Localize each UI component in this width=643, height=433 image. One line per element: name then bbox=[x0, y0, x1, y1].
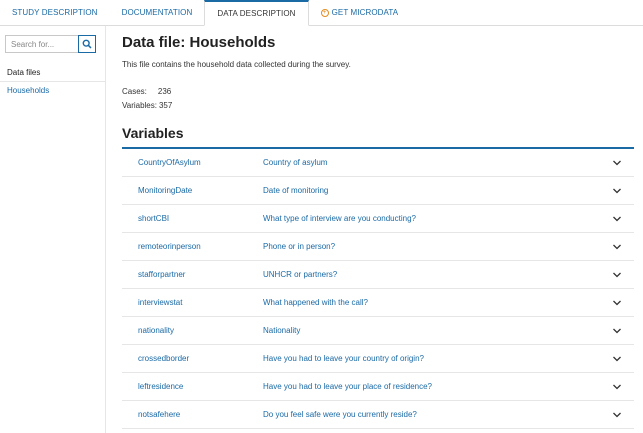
variable-row[interactable]: stafforpartner UNHCR or partners? bbox=[122, 261, 634, 289]
search-box bbox=[5, 35, 96, 53]
search-input[interactable] bbox=[5, 35, 78, 53]
variable-name[interactable]: CountryOfAsylum bbox=[138, 158, 201, 167]
chevron-down-icon[interactable] bbox=[612, 411, 622, 419]
chevron-down-icon[interactable] bbox=[612, 243, 622, 251]
variables-table: CountryOfAsylum Country of asylum Monito… bbox=[122, 147, 634, 429]
chevron-down-icon[interactable] bbox=[612, 187, 622, 195]
chevron-down-icon[interactable] bbox=[612, 215, 622, 223]
variable-name[interactable]: shortCBI bbox=[138, 214, 169, 223]
variable-row[interactable]: crossedborder Have you had to leave your… bbox=[122, 345, 634, 373]
tab-bar: STUDY DESCRIPTION DOCUMENTATION DATA DES… bbox=[0, 0, 643, 26]
variable-row[interactable]: leftresidence Have you had to leave your… bbox=[122, 373, 634, 401]
tab-study-description[interactable]: STUDY DESCRIPTION bbox=[0, 0, 110, 25]
variables-label: Variables: bbox=[122, 101, 157, 110]
search-icon bbox=[82, 39, 92, 49]
variable-label[interactable]: Date of monitoring bbox=[263, 186, 328, 195]
chevron-down-icon[interactable] bbox=[612, 383, 622, 391]
variable-name[interactable]: stafforpartner bbox=[138, 270, 185, 279]
file-description: This file contains the household data co… bbox=[122, 60, 351, 69]
tab-get-microdata[interactable]: + GET MICRODATA bbox=[309, 0, 411, 25]
variable-name[interactable]: nationality bbox=[138, 326, 174, 335]
cases-info: Cases: 236 bbox=[122, 87, 171, 96]
variables-info: Variables: 357 bbox=[122, 101, 172, 110]
variables-heading: Variables bbox=[122, 125, 184, 141]
variable-row[interactable]: nationality Nationality bbox=[122, 317, 634, 345]
chevron-down-icon[interactable] bbox=[612, 299, 622, 307]
variable-label[interactable]: Country of asylum bbox=[263, 158, 327, 167]
variable-label[interactable]: What happened with the call? bbox=[263, 298, 368, 307]
chevron-down-icon[interactable] bbox=[612, 327, 622, 335]
variable-label[interactable]: Phone or in person? bbox=[263, 242, 335, 251]
cases-value: 236 bbox=[157, 87, 172, 96]
sidebar-item-households[interactable]: Households bbox=[7, 86, 49, 95]
variable-label[interactable]: Do you feel safe were you currently resi… bbox=[263, 410, 417, 419]
variable-name[interactable]: crossedborder bbox=[138, 354, 189, 363]
variable-row[interactable]: MonitoringDate Date of monitoring bbox=[122, 177, 634, 205]
chevron-down-icon[interactable] bbox=[612, 271, 622, 279]
tab-label: GET MICRODATA bbox=[331, 8, 399, 17]
variable-name[interactable]: remoteorinperson bbox=[138, 242, 201, 251]
variable-label[interactable]: UNHCR or partners? bbox=[263, 270, 337, 279]
variable-row[interactable]: shortCBI What type of interview are you … bbox=[122, 205, 634, 233]
tab-documentation[interactable]: DOCUMENTATION bbox=[110, 0, 205, 25]
page-title: Data file: Households bbox=[122, 34, 276, 51]
variables-value: 357 bbox=[158, 101, 173, 110]
sidebar-divider bbox=[0, 81, 105, 82]
tab-label: DATA DESCRIPTION bbox=[217, 9, 296, 18]
variable-label[interactable]: Nationality bbox=[263, 326, 300, 335]
variable-name[interactable]: notsafehere bbox=[138, 410, 180, 419]
variable-label[interactable]: What type of interview are you conductin… bbox=[263, 214, 416, 223]
chevron-down-icon[interactable] bbox=[612, 355, 622, 363]
tab-label: STUDY DESCRIPTION bbox=[12, 8, 98, 17]
microdata-icon: + bbox=[320, 8, 329, 17]
cases-label: Cases: bbox=[122, 87, 147, 96]
variable-row[interactable]: CountryOfAsylum Country of asylum bbox=[122, 149, 634, 177]
sidebar-heading: Data files bbox=[7, 68, 41, 77]
variable-name[interactable]: MonitoringDate bbox=[138, 186, 192, 195]
sidebar: Data files Households bbox=[0, 26, 106, 433]
variable-label[interactable]: Have you had to leave your country of or… bbox=[263, 354, 424, 363]
variable-row[interactable]: remoteorinperson Phone or in person? bbox=[122, 233, 634, 261]
variable-name[interactable]: leftresidence bbox=[138, 382, 183, 391]
search-button[interactable] bbox=[78, 35, 96, 53]
variable-row[interactable]: interviewstat What happened with the cal… bbox=[122, 289, 634, 317]
variable-row[interactable]: notsafehere Do you feel safe were you cu… bbox=[122, 401, 634, 429]
variable-label[interactable]: Have you had to leave your place of resi… bbox=[263, 382, 432, 391]
variable-name[interactable]: interviewstat bbox=[138, 298, 182, 307]
tab-label: DOCUMENTATION bbox=[121, 8, 193, 17]
tab-data-description[interactable]: DATA DESCRIPTION bbox=[204, 0, 309, 26]
chevron-down-icon[interactable] bbox=[612, 159, 622, 167]
